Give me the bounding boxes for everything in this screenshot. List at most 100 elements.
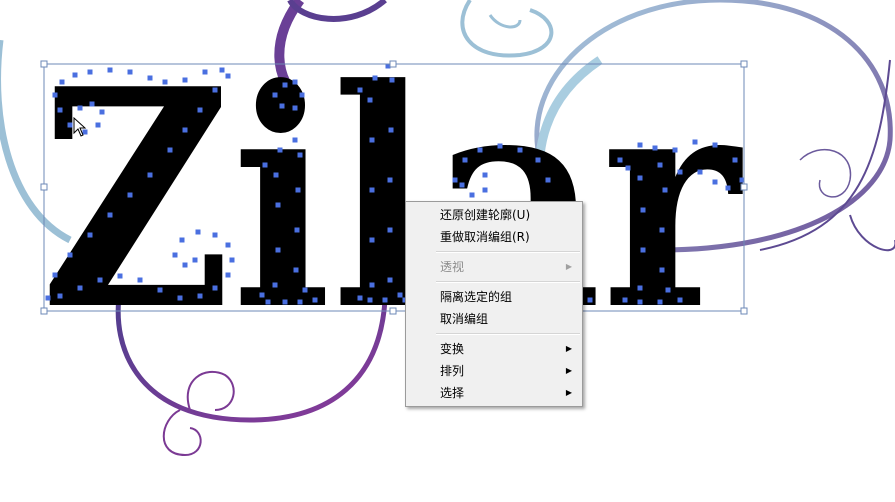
- anchor-point[interactable]: [197, 107, 203, 113]
- anchor-point[interactable]: [587, 297, 593, 303]
- anchor-point[interactable]: [167, 147, 173, 153]
- anchor-point[interactable]: [275, 202, 281, 208]
- anchor-point[interactable]: [482, 172, 488, 178]
- anchor-point[interactable]: [77, 105, 83, 111]
- anchor-point[interactable]: [662, 187, 668, 193]
- anchor-point[interactable]: [397, 292, 403, 298]
- anchor-point[interactable]: [225, 272, 231, 278]
- anchor-point[interactable]: [462, 157, 468, 163]
- anchor-point[interactable]: [292, 105, 298, 111]
- anchor-point[interactable]: [292, 137, 298, 143]
- anchor-point[interactable]: [640, 207, 646, 213]
- anchor-point[interactable]: [302, 287, 308, 293]
- anchor-point[interactable]: [195, 229, 201, 235]
- anchor-point[interactable]: [297, 152, 303, 158]
- anchor-point[interactable]: [202, 69, 208, 75]
- menu-item[interactable]: 选择 ▶: [406, 382, 582, 404]
- anchor-point[interactable]: [273, 172, 279, 178]
- anchor-point[interactable]: [147, 75, 153, 81]
- anchor-point[interactable]: [652, 145, 658, 151]
- anchor-point[interactable]: [259, 292, 265, 298]
- anchor-point[interactable]: [95, 122, 101, 128]
- anchor-point[interactable]: [697, 169, 703, 175]
- anchor-point[interactable]: [659, 227, 665, 233]
- anchor-point[interactable]: [117, 273, 123, 279]
- anchor-point[interactable]: [275, 247, 281, 253]
- anchor-point[interactable]: [292, 79, 298, 85]
- anchor-point[interactable]: [294, 227, 300, 233]
- anchor-point[interactable]: [665, 287, 671, 293]
- anchor-point[interactable]: [277, 147, 283, 153]
- anchor-point[interactable]: [179, 237, 185, 243]
- anchor-point[interactable]: [712, 179, 718, 185]
- anchor-point[interactable]: [657, 299, 663, 305]
- anchor-point[interactable]: [389, 77, 395, 83]
- anchor-point[interactable]: [225, 242, 231, 248]
- anchor-point[interactable]: [312, 297, 318, 303]
- artboard[interactable]: Zilar 还原创建轮廓(U) 重做取消编组(R) 透视 ▶ 隔离选定的组 取消编组 变换 ▶…: [0, 0, 895, 502]
- anchor-point[interactable]: [212, 87, 218, 93]
- anchor-point[interactable]: [282, 82, 288, 88]
- anchor-point[interactable]: [295, 187, 301, 193]
- anchor-point[interactable]: [192, 257, 198, 263]
- anchor-point[interactable]: [99, 109, 105, 115]
- anchor-point[interactable]: [262, 162, 268, 168]
- anchor-point[interactable]: [387, 177, 393, 183]
- anchor-point[interactable]: [369, 187, 375, 193]
- anchor-point[interactable]: [637, 142, 643, 148]
- anchor-point[interactable]: [388, 127, 394, 133]
- anchor-point[interactable]: [107, 212, 113, 218]
- anchor-point[interactable]: [57, 107, 63, 113]
- anchor-point[interactable]: [369, 137, 375, 143]
- anchor-point[interactable]: [212, 285, 218, 291]
- anchor-point[interactable]: [459, 182, 465, 188]
- anchor-point[interactable]: [387, 277, 393, 283]
- anchor-point[interactable]: [72, 72, 78, 78]
- anchor-point[interactable]: [177, 295, 183, 301]
- anchor-point[interactable]: [677, 169, 683, 175]
- anchor-point[interactable]: [625, 165, 631, 171]
- anchor-point[interactable]: [89, 101, 95, 107]
- context-menu[interactable]: 还原创建轮廓(U) 重做取消编组(R) 透视 ▶ 隔离选定的组 取消编组 变换 ▶ 排列 ▶ 选择 ▶: [405, 201, 583, 407]
- anchor-point[interactable]: [197, 293, 203, 299]
- anchor-point[interactable]: [367, 97, 373, 103]
- anchor-point[interactable]: [357, 87, 363, 93]
- anchor-point[interactable]: [279, 103, 285, 109]
- anchor-point[interactable]: [87, 232, 93, 238]
- anchor-point[interactable]: [229, 257, 235, 263]
- anchor-point[interactable]: [293, 267, 299, 273]
- anchor-point[interactable]: [387, 227, 393, 233]
- menu-item[interactable]: 重做取消编组(R): [406, 226, 582, 248]
- menu-item[interactable]: 排列 ▶: [406, 360, 582, 382]
- artwork-text[interactable]: Zilar: [40, 23, 745, 376]
- anchor-point[interactable]: [369, 282, 375, 288]
- anchor-point[interactable]: [137, 277, 143, 283]
- anchor-point[interactable]: [162, 79, 168, 85]
- anchor-point[interactable]: [67, 252, 73, 258]
- anchor-point[interactable]: [640, 247, 646, 253]
- anchor-point[interactable]: [732, 157, 738, 163]
- anchor-point[interactable]: [172, 252, 178, 258]
- anchor-point[interactable]: [97, 277, 103, 283]
- anchor-point[interactable]: [677, 297, 683, 303]
- anchor-point[interactable]: [107, 67, 113, 73]
- anchor-point[interactable]: [297, 299, 303, 305]
- anchor-point[interactable]: [182, 262, 188, 268]
- anchor-point[interactable]: [157, 287, 163, 293]
- anchor-point[interactable]: [357, 295, 363, 301]
- anchor-point[interactable]: [712, 142, 718, 148]
- anchor-point[interactable]: [497, 143, 503, 149]
- anchor-point[interactable]: [657, 162, 663, 168]
- anchor-point[interactable]: [372, 75, 378, 81]
- anchor-point[interactable]: [182, 127, 188, 133]
- menu-item[interactable]: 隔离选定的组: [406, 286, 582, 308]
- anchor-point[interactable]: [659, 267, 665, 273]
- anchor-point[interactable]: [59, 79, 65, 85]
- anchor-point[interactable]: [382, 297, 388, 303]
- anchor-point[interactable]: [469, 192, 475, 198]
- anchor-point[interactable]: [272, 92, 278, 98]
- anchor-point[interactable]: [127, 69, 133, 75]
- anchor-point[interactable]: [219, 67, 225, 73]
- anchor-point[interactable]: [545, 177, 551, 183]
- anchor-point[interactable]: [77, 285, 83, 291]
